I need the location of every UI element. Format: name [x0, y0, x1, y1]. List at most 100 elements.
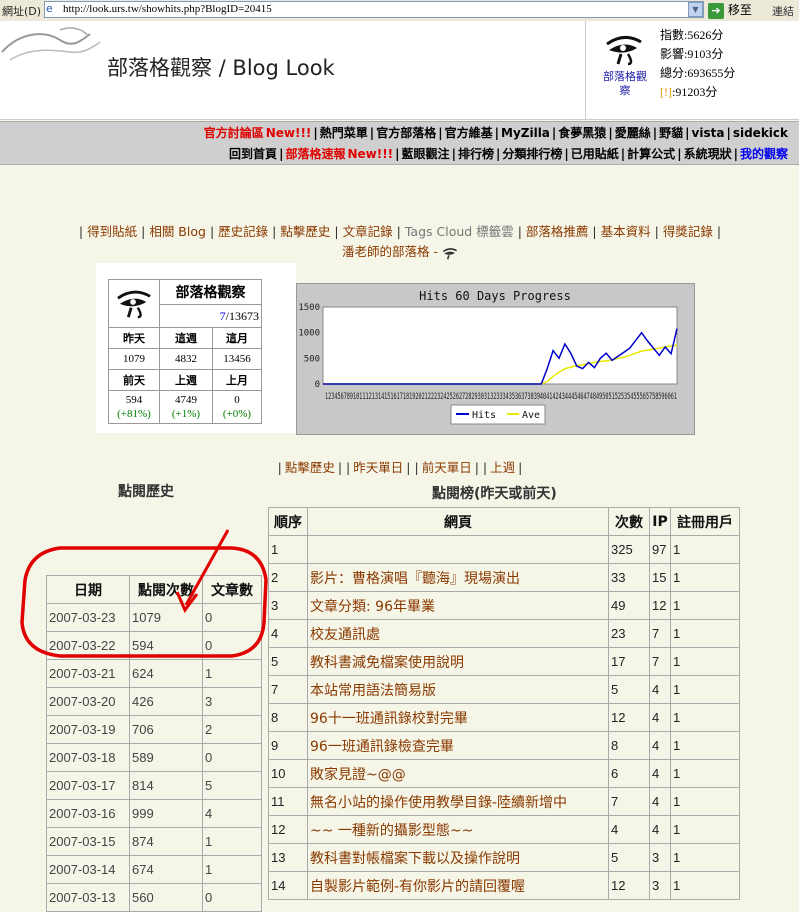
- y-tick-label: 500: [304, 354, 320, 364]
- rank-count: 325: [608, 535, 650, 564]
- table-row: 4 校友通訊處 23 7 1: [268, 619, 740, 648]
- rank-page-link[interactable]: 教科書減免檔案使用說明: [307, 647, 609, 676]
- chart-title: Hits 60 Days Progress: [419, 289, 571, 303]
- history-articles: 1: [202, 855, 262, 884]
- eye-of-horus-icon: [442, 247, 457, 259]
- rank-page-link[interactable]: 校友通訊處: [307, 619, 609, 648]
- links-button[interactable]: 連結: [772, 3, 794, 19]
- card-header-this-week: 這週: [159, 327, 213, 349]
- tab-stickers[interactable]: 得到貼紙: [87, 224, 137, 239]
- stat-influence: 影響:9103分: [660, 47, 724, 61]
- nav-item[interactable]: New!!!: [265, 126, 313, 140]
- table-row: 13 教科書對帳檔案下載以及操作說明 5 3 1: [268, 843, 740, 872]
- logo-caption[interactable]: 部落格觀察: [603, 70, 647, 98]
- card-header-day-before: 前天: [108, 369, 160, 391]
- table-row: 2007-03-13 560 0: [46, 883, 262, 912]
- table-row: 14 自製影片範例-有你影片的請回覆喔 12 3 1: [268, 871, 740, 900]
- nav-item[interactable]: 已用貼紙: [570, 147, 620, 161]
- table-row: 3 文章分類: 96年畢業 49 12 1: [268, 591, 740, 620]
- nav-item[interactable]: sidekick: [732, 126, 789, 140]
- rank-number: 9: [268, 731, 308, 760]
- rank-page-link[interactable]: 教科書對帳檔案下載以及操作說明: [307, 843, 609, 872]
- rank-page-link[interactable]: ~~ 一種新的攝影型態~~: [307, 815, 609, 844]
- rank-page-link[interactable]: 敗家見證~@@: [307, 759, 609, 788]
- nav-item[interactable]: 藍眼觀注: [401, 147, 451, 161]
- rank-number: 5: [268, 647, 308, 676]
- card-value: 0: [234, 394, 240, 406]
- rank-page-link[interactable]: 自製影片範例-有你影片的請回覆喔: [307, 871, 609, 900]
- rank-number: 12: [268, 815, 308, 844]
- nav-item[interactable]: vista: [691, 126, 726, 140]
- url-input[interactable]: http://look.urs.tw/showhits.php?BlogID=2…: [44, 1, 704, 18]
- tab-profile[interactable]: 基本資料: [601, 224, 651, 239]
- nav-item[interactable]: MyZilla: [500, 126, 551, 140]
- blog-name[interactable]: 潘老師的部落格 -: [342, 244, 442, 259]
- link-last-week[interactable]: 上週: [490, 460, 515, 475]
- tab-history[interactable]: 歷史記錄: [218, 224, 268, 239]
- nav-item[interactable]: 分類排行榜: [501, 147, 563, 161]
- tab-tags-cloud[interactable]: Tags Cloud 標籤雲: [405, 224, 514, 239]
- go-button[interactable]: ➔ 移至: [708, 1, 770, 19]
- nav-item[interactable]: 排行榜: [457, 147, 495, 161]
- chevron-down-icon[interactable]: ▼: [688, 2, 703, 17]
- rank-page-link[interactable]: 96一班通訊錄檢查完畢: [307, 731, 609, 760]
- link-yesterday[interactable]: 昨天單日: [353, 460, 403, 475]
- history-clicks: 426: [129, 687, 203, 716]
- nav-item[interactable]: 愛麗絲: [614, 126, 652, 140]
- rank-registered: 1: [670, 843, 740, 872]
- history-clicks: 874: [129, 827, 203, 856]
- rank-registered: 1: [670, 787, 740, 816]
- link-click-history[interactable]: 點擊歷史: [285, 460, 335, 475]
- nav-item[interactable]: 我的觀察: [739, 147, 789, 161]
- history-date: 2007-03-13: [46, 883, 130, 912]
- tab-awards[interactable]: 得獎記錄: [663, 224, 713, 239]
- nav-item[interactable]: 官方討論區: [203, 126, 265, 140]
- nav-item[interactable]: New!!!: [346, 147, 394, 161]
- rank-page-link[interactable]: 本站常用語法簡易版: [307, 675, 609, 704]
- nav-item[interactable]: 計算公式: [626, 147, 676, 161]
- x-tick-labels: 1234567891011121314151617181920212223242…: [325, 392, 677, 402]
- nav-item[interactable]: 系統現狀: [683, 147, 733, 161]
- nav-item[interactable]: 野貓: [658, 126, 684, 140]
- rank-count: 49: [608, 591, 650, 620]
- nav-separator: |: [677, 147, 682, 161]
- rank-registered: 1: [670, 731, 740, 760]
- history-clicks: 594: [129, 631, 203, 660]
- rank-registered: 1: [670, 619, 740, 648]
- info-badge[interactable]: [!]: [660, 85, 672, 99]
- tab-articles[interactable]: 文章記錄: [343, 224, 393, 239]
- rank-registered: 1: [670, 759, 740, 788]
- page-title: 部落格觀察 / Blog Look: [107, 56, 335, 80]
- card-rank: 7/13673: [159, 304, 262, 328]
- nav-item[interactable]: 官方維基: [444, 126, 494, 140]
- nav-item[interactable]: 回到首頁: [228, 147, 278, 161]
- col-registered: 註冊用戶: [670, 507, 740, 536]
- table-row: 2007-03-14 674 1: [46, 855, 262, 884]
- nav-item[interactable]: 食夢黑猿: [557, 126, 607, 140]
- rank-ip: 4: [649, 815, 671, 844]
- rank-page-link[interactable]: [307, 535, 609, 564]
- nav-item[interactable]: 部落格速報: [284, 147, 346, 161]
- table-row: 2007-03-23 1079 0: [46, 603, 262, 632]
- stat-extra-value: :91203分: [672, 85, 718, 99]
- rank-page-link[interactable]: 96十一班通訊錄校對完畢: [307, 703, 609, 732]
- eye-of-horus-icon[interactable]: [604, 30, 644, 66]
- nav-item[interactable]: 官方部落格: [375, 126, 437, 140]
- go-label: 移至: [727, 3, 752, 17]
- rank-page-link[interactable]: 無名小站的操作使用教學目錄-陸續新增中: [307, 787, 609, 816]
- nav-item[interactable]: 熱門菜單: [319, 126, 369, 140]
- tab-recommend[interactable]: 部落格推薦: [526, 224, 589, 239]
- nav-separator: |: [685, 126, 690, 140]
- rank-ip: 3: [649, 843, 671, 872]
- col-date: 日期: [46, 575, 130, 604]
- card-value-last-week: 4749 (+1%): [159, 390, 213, 424]
- rank-number: 14: [268, 871, 308, 900]
- tab-related-blog[interactable]: 相關 Blog: [149, 224, 206, 239]
- card-value-last-month: 0 (+0%): [212, 390, 262, 424]
- rank-page-link[interactable]: 影片：曹格演唱『聽海』現場演出: [307, 563, 609, 592]
- history-date: 2007-03-18: [46, 743, 130, 772]
- link-day-before[interactable]: 前天單日: [422, 460, 472, 475]
- tab-click-history[interactable]: 點擊歷史: [280, 224, 330, 239]
- rank-page-link[interactable]: 文章分類: 96年畢業: [307, 591, 609, 620]
- history-articles: 1: [202, 827, 262, 856]
